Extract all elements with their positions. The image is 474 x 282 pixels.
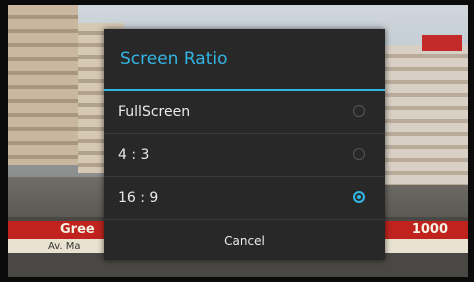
dialog-title: Screen Ratio [104,29,385,91]
option-label: 16 : 9 [118,190,159,206]
radio-button[interactable] [353,148,365,160]
option-4-3[interactable]: 4 : 3 [104,134,385,177]
screen-ratio-dialog: Screen Ratio FullScreen 4 : 3 16 : 9 Can… [104,29,385,260]
radio-button[interactable] [353,105,365,117]
option-16-9[interactable]: 16 : 9 [104,177,385,220]
option-label: 4 : 3 [118,147,150,163]
street-text: Av. Ma [48,241,81,252]
building-right [378,45,468,185]
radio-button-selected[interactable] [353,191,365,203]
cancel-button[interactable]: Cancel [104,220,385,262]
option-fullscreen[interactable]: FullScreen [104,91,385,134]
banner-text-right: 1000 [411,222,448,237]
option-label: FullScreen [118,104,191,120]
channel-logo [422,35,462,51]
banner-text-left: Gree [60,222,95,237]
building-left [8,5,78,165]
